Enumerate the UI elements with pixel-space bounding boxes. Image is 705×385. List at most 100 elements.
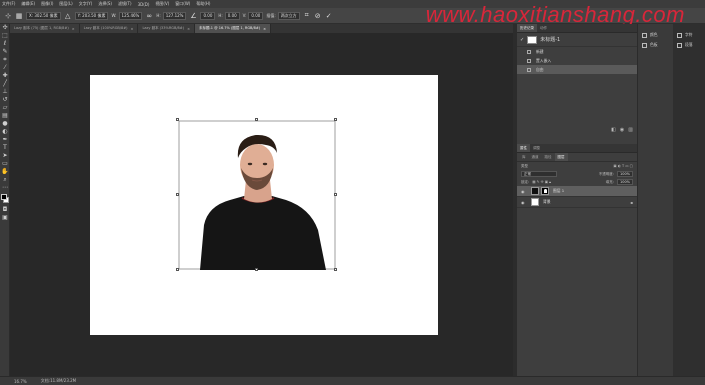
cancel-icon[interactable]: ⊘ xyxy=(314,12,322,20)
history-item-new[interactable]: 新建 xyxy=(517,47,637,56)
hskew-field[interactable]: 0.00 xyxy=(224,11,240,20)
history-item-free-transform[interactable]: 自由 xyxy=(517,65,637,74)
doc-tab-3[interactable]: Lazy 副本 (33%RGB/8#) × xyxy=(138,24,196,33)
layer-name[interactable]: 背景 xyxy=(543,199,551,205)
color-swatches[interactable] xyxy=(0,192,10,206)
zoom-level[interactable]: 16.7% xyxy=(14,379,27,384)
history-item-place[interactable]: 置入嵌入 xyxy=(517,56,637,65)
doc-tab-4[interactable]: 未标题-1 @ 16.7% (图层 1, RGB/8#) × xyxy=(195,24,272,33)
camera-icon[interactable]: ◉ xyxy=(620,127,624,133)
brush-tool-icon[interactable]: ╱ xyxy=(0,80,10,88)
menu-window[interactable]: 窗口(W) xyxy=(175,1,190,7)
tab-paths[interactable]: 路径 xyxy=(542,153,555,161)
dodge-tool-icon[interactable]: ◐ xyxy=(0,128,10,136)
menu-select[interactable]: 选择(S) xyxy=(98,1,112,7)
lock-icon[interactable]: ▪ xyxy=(630,200,633,205)
filter-icons[interactable]: ▣ ◐ T ▭ ▢ xyxy=(613,164,633,168)
move-tool-icon[interactable]: ✣ xyxy=(0,24,10,32)
transform-handle-tr[interactable] xyxy=(334,118,337,121)
transform-handle-tm[interactable] xyxy=(255,118,258,121)
tab-libraries[interactable]: 库 xyxy=(519,153,529,161)
blur-tool-icon[interactable]: ● xyxy=(0,120,10,128)
close-icon[interactable]: × xyxy=(263,27,266,31)
clone-stamp-tool-icon[interactable]: ⊥ xyxy=(0,88,10,96)
layer-row-1[interactable]: ◉ 图层 1 xyxy=(517,186,637,197)
smart-object-mask-icon[interactable] xyxy=(541,187,549,195)
canvas-area[interactable] xyxy=(10,33,513,376)
menu-file[interactable]: 文件(F) xyxy=(2,1,15,7)
eyedropper-tool-icon[interactable]: ⁄ xyxy=(0,64,10,72)
commit-icon[interactable]: ✓ xyxy=(325,12,333,20)
menu-layer[interactable]: 图层(L) xyxy=(59,1,72,7)
new-document-icon[interactable]: ◧ xyxy=(611,127,616,133)
tab-adjustments[interactable]: 调整 xyxy=(530,144,543,152)
layer-kind-label[interactable]: 类型 xyxy=(521,164,528,169)
blend-mode-select[interactable]: 正常 xyxy=(521,171,557,177)
shape-tool-icon[interactable]: ▭ xyxy=(0,160,10,168)
path-select-tool-icon[interactable]: ➤ xyxy=(0,152,10,160)
x-field[interactable]: X: 302.50 像素 xyxy=(26,11,61,20)
tab-channels[interactable]: 通道 xyxy=(529,153,542,161)
transform-handle-bm[interactable] xyxy=(255,268,258,271)
menu-help[interactable]: 帮助(H) xyxy=(196,1,210,7)
brush-source-icon[interactable]: ✓ xyxy=(520,37,524,43)
foreground-color-swatch[interactable] xyxy=(1,194,7,200)
opacity-field[interactable]: 100% xyxy=(616,171,633,177)
menu-filter[interactable]: 滤镜(T) xyxy=(118,1,132,7)
transform-handle-bl[interactable] xyxy=(176,268,179,271)
h-field[interactable]: 127.12% xyxy=(162,11,187,20)
quick-select-tool-icon[interactable]: ✎ xyxy=(0,48,10,56)
trash-icon[interactable]: ▥ xyxy=(628,127,633,133)
transform-tool-icon[interactable]: ⊹ xyxy=(4,12,12,20)
warp-icon[interactable]: ⌗ xyxy=(303,11,311,20)
tab-history[interactable]: 历史记录 xyxy=(517,24,537,32)
panel-paragraph[interactable]: 段落 xyxy=(673,40,705,50)
close-icon[interactable]: × xyxy=(72,27,75,31)
layer-name[interactable]: 图层 1 xyxy=(553,188,564,194)
close-icon[interactable]: × xyxy=(187,27,190,31)
layer-row-background[interactable]: ◉ 背景 ▪ xyxy=(517,197,637,208)
document-canvas[interactable] xyxy=(90,75,438,335)
angle-field[interactable]: 0.00 xyxy=(200,11,216,20)
person-photo[interactable] xyxy=(178,120,336,270)
panel-color[interactable]: 颜色 xyxy=(638,30,673,40)
document-size[interactable]: 文档:11.8M/23.2M xyxy=(41,378,76,384)
visibility-eye-icon[interactable]: ◉ xyxy=(521,200,527,205)
gradient-tool-icon[interactable]: ▤ xyxy=(0,112,10,120)
reference-point-icon[interactable]: ▦ xyxy=(15,12,23,20)
lock-icons[interactable]: ▦ ✎ ✣ ▣ 🔒︎ xyxy=(532,180,551,184)
menu-image[interactable]: 图像(I) xyxy=(41,1,53,7)
history-snapshot[interactable]: ✓ 未标题-1 xyxy=(517,33,637,47)
panel-character[interactable]: 字符 xyxy=(673,30,705,40)
fill-field[interactable]: 100% xyxy=(616,179,633,185)
vskew-field[interactable]: 0.00 xyxy=(248,11,264,20)
tab-actions[interactable]: 动作 xyxy=(537,24,550,32)
menu-3d[interactable]: 3D(D) xyxy=(138,2,150,7)
marquee-tool-icon[interactable]: ⬚ xyxy=(0,32,10,40)
menu-edit[interactable]: 编辑(E) xyxy=(21,1,35,7)
w-field[interactable]: 125.46% xyxy=(118,11,143,20)
eraser-tool-icon[interactable]: ▱ xyxy=(0,104,10,112)
link-icon[interactable]: ∞ xyxy=(145,12,153,20)
transform-handle-ml[interactable] xyxy=(176,193,179,196)
healing-tool-icon[interactable]: ✚ xyxy=(0,72,10,80)
panel-swatches[interactable]: 色板 xyxy=(638,40,673,50)
pen-tool-icon[interactable]: ✒ xyxy=(0,136,10,144)
quick-mask-icon[interactable]: ◘ xyxy=(0,206,10,214)
close-icon[interactable]: × xyxy=(131,27,134,31)
edit-toolbar-icon[interactable]: ⋯ xyxy=(0,184,10,192)
menu-type[interactable]: 文字(Y) xyxy=(79,1,93,7)
delta-icon[interactable]: △ xyxy=(64,12,72,20)
type-tool-icon[interactable]: T xyxy=(0,144,10,152)
transform-handle-br[interactable] xyxy=(334,268,337,271)
zoom-tool-icon[interactable]: ⌕ xyxy=(0,176,10,184)
doc-tab-2[interactable]: Lazy 副本 (100%RGB/8#) × xyxy=(79,24,139,33)
visibility-eye-icon[interactable]: ◉ xyxy=(521,189,527,194)
hand-tool-icon[interactable]: ✋ xyxy=(0,168,10,176)
doc-tab-1[interactable]: Lazy 副本 (75) (图层 1, RGB/8#) × xyxy=(10,24,80,33)
tab-layers[interactable]: 图层 xyxy=(554,153,568,161)
crop-tool-icon[interactable]: ⌗ xyxy=(0,56,10,64)
transform-handle-tl[interactable] xyxy=(176,118,179,121)
transform-handle-mr[interactable] xyxy=(334,193,337,196)
y-field[interactable]: Y: 203.50 像素 xyxy=(74,11,109,20)
